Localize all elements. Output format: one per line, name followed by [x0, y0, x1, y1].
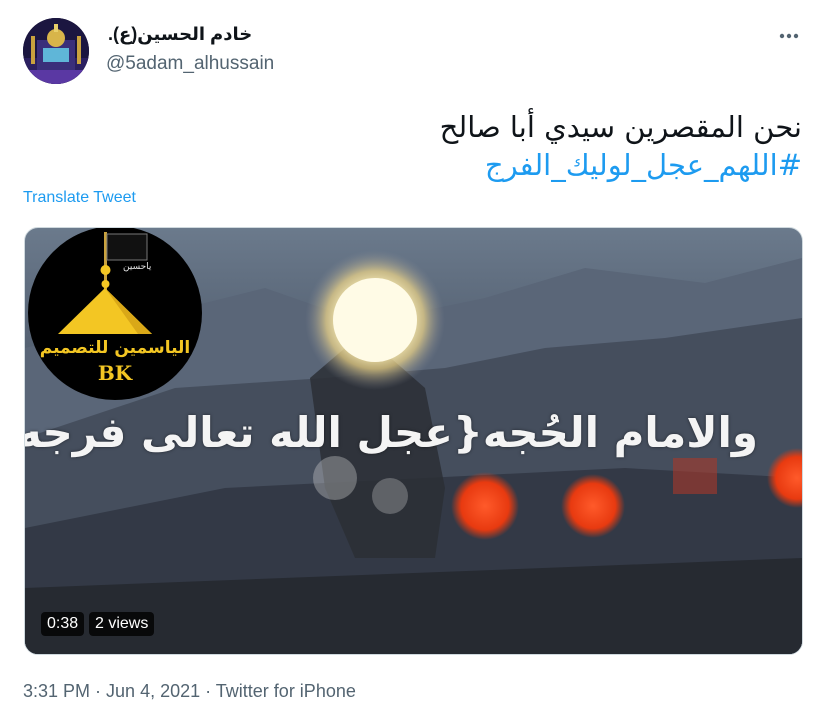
- logo-flag-text: ياحسين: [123, 262, 152, 272]
- more-options-icon[interactable]: [776, 24, 804, 48]
- video-views-badge: 2 views: [89, 612, 155, 636]
- hashtag-link[interactable]: #اللهم_عجل_لوليك_الفرج: [42, 146, 802, 184]
- tweet-text-line: نحن المقصرين سيدي أبا صالح: [439, 110, 802, 144]
- meta-separator: ·: [200, 681, 216, 701]
- shrine-avatar-icon: [23, 18, 89, 84]
- translate-tweet-link[interactable]: Translate Tweet: [23, 189, 136, 207]
- video-duration-badge: 0:38: [41, 612, 85, 636]
- tweet-source-link[interactable]: Twitter for iPhone: [216, 681, 356, 701]
- tweet-date[interactable]: Jun 4, 2021: [106, 681, 200, 701]
- author-handle[interactable]: @5adam_alhussain: [106, 53, 274, 75]
- video-overlay-caption: والامام الحُجه{عجل الله تعالى فرجه}: [24, 408, 758, 457]
- video-player[interactable]: ياحسين الياسمين للتصميم BK والامام الحُج…: [24, 227, 803, 655]
- author-avatar[interactable]: [23, 18, 89, 84]
- logo-bk: BK: [97, 361, 133, 385]
- author-display-name[interactable]: خادم الحسين(ع).: [108, 24, 252, 45]
- tweet-meta: 3:31 PM · Jun 4, 2021 · Twitter for iPho…: [23, 681, 356, 702]
- tweet-card: خادم الحسين(ع). @5adam_alhussain نحن الم…: [0, 0, 827, 728]
- tweet-text: نحن المقصرين سيدي أبا صالح #اللهم_عجل_لو…: [42, 108, 802, 184]
- meta-separator: ·: [90, 681, 107, 701]
- channel-logo: ياحسين الياسمين للتصميم BK: [28, 228, 202, 400]
- tweet-time[interactable]: 3:31 PM: [23, 681, 90, 701]
- logo-title: الياسمين للتصميم: [39, 338, 191, 358]
